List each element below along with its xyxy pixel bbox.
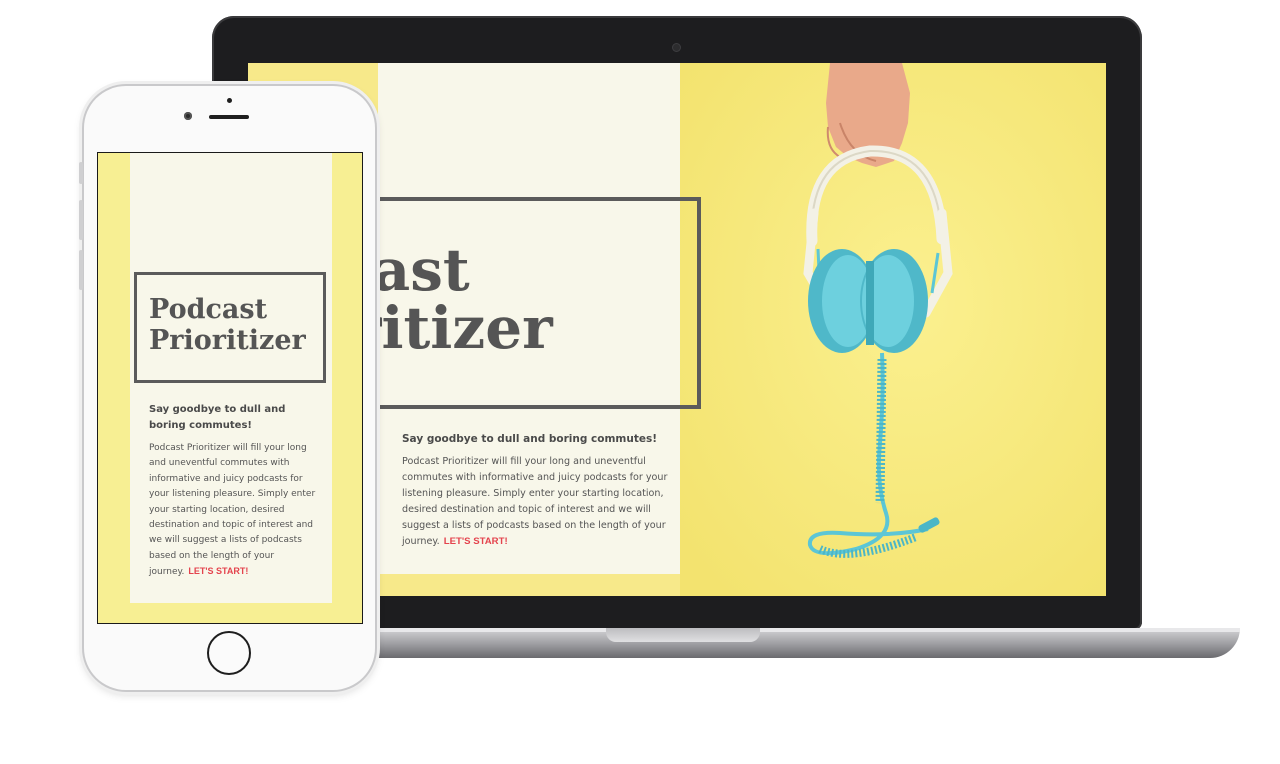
laptop-notch <box>606 628 760 642</box>
mobile-title-line-1: Podcast <box>149 294 268 325</box>
intro-heading: Say goodbye to dull and boring commutes! <box>402 433 658 445</box>
mobile-page-title: Podcast Prioritizer <box>149 294 306 356</box>
headphones-icon <box>680 63 1106 596</box>
phone-sensor <box>227 98 232 103</box>
phone-speaker <box>209 115 249 119</box>
mobile-title-line-2: Prioritizer <box>149 325 306 356</box>
mobile-intro-text: Podcast Prioritizer will fill your long … <box>149 441 319 581</box>
phone-volume-up-button <box>79 200 83 240</box>
phone-camera <box>184 112 192 120</box>
laptop-camera <box>673 44 680 51</box>
lets-start-link[interactable]: LET'S START! <box>444 536 508 547</box>
mobile-intro-copy: Say goodbye to dull and boring commutes!… <box>149 402 319 581</box>
phone-home-button[interactable] <box>207 631 251 675</box>
mobile-intro-heading: Say goodbye to dull and boring commutes! <box>149 404 286 431</box>
intro-text: Podcast Prioritizer will fill your long … <box>402 454 670 550</box>
intro-body: Podcast Prioritizer will fill your long … <box>402 456 668 547</box>
intro-copy: Say goodbye to dull and boring commutes!… <box>402 433 670 550</box>
headphones-photo <box>680 63 1106 596</box>
phone-volume-down-button <box>79 250 83 290</box>
phone-mute-button <box>79 162 83 184</box>
mobile-lets-start-link[interactable]: LET'S START! <box>188 566 248 576</box>
desktop-page: Podcast Prioritizer Say goodbye to dull … <box>248 63 1106 596</box>
mobile-intro-body: Podcast Prioritizer will fill your long … <box>149 443 316 578</box>
